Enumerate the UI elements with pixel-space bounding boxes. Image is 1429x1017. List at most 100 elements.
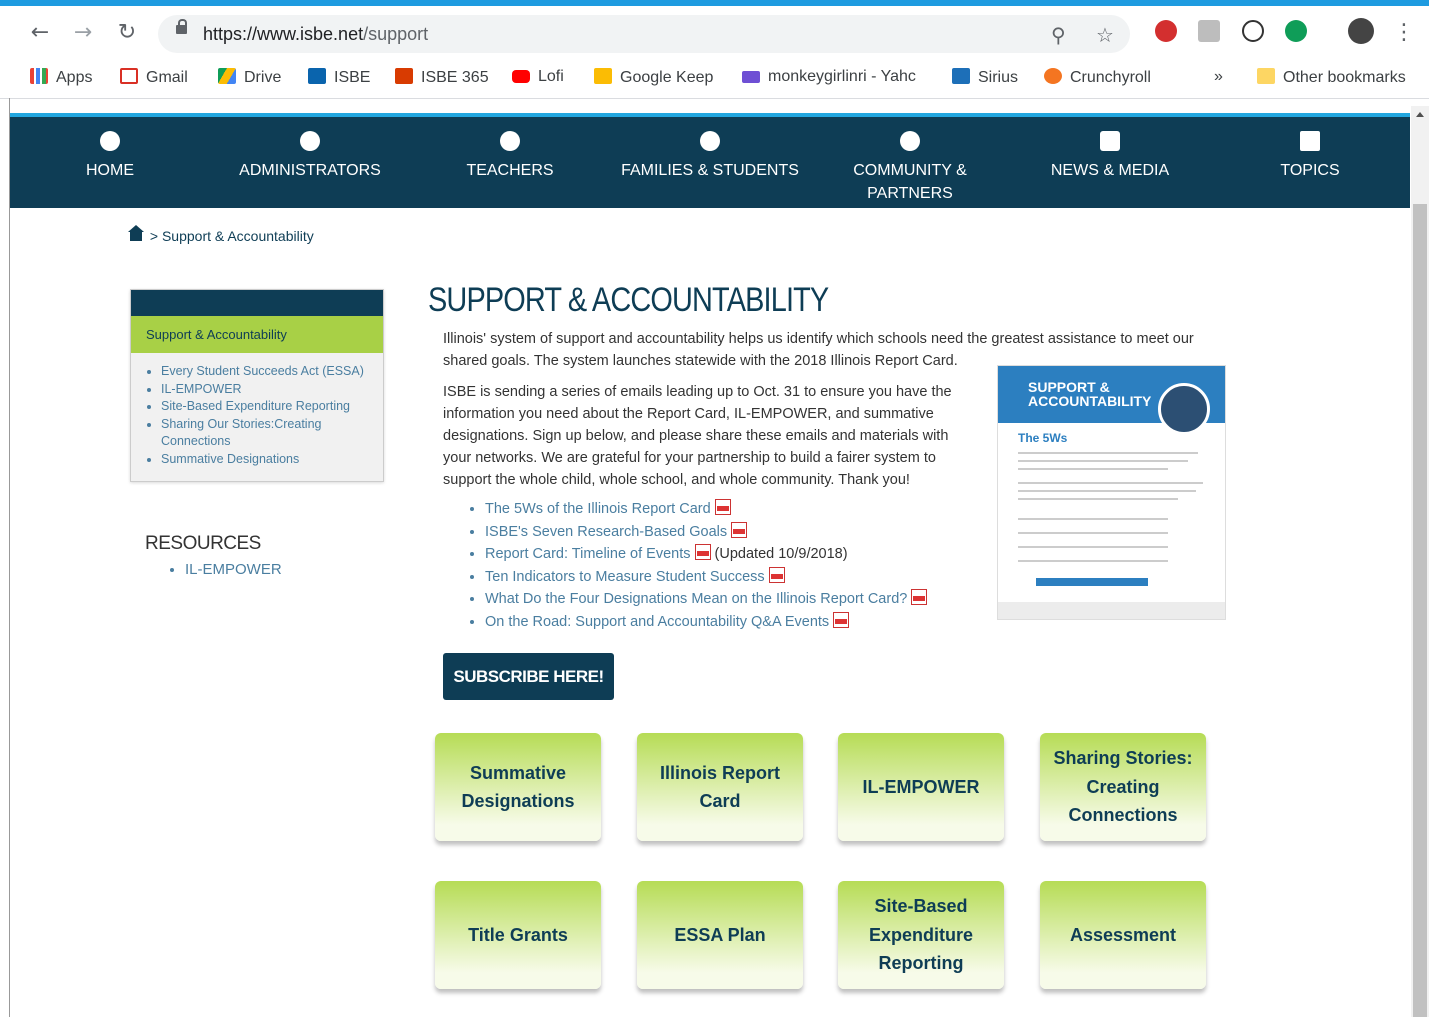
bookmark-yahoo[interactable]: monkeygirlinri - Yahc <box>742 68 927 86</box>
pdf-icon <box>731 521 748 538</box>
resource-il-empower[interactable]: IL-EMPOWER <box>185 561 282 578</box>
forward-icon[interactable]: → <box>70 20 96 46</box>
nav-home[interactable]: HOME <box>10 117 210 182</box>
flyer-text-line <box>1018 532 1168 534</box>
bookmarks-overflow[interactable]: » <box>1214 68 1223 86</box>
resources-list: IL-EMPOWER <box>165 561 282 578</box>
flyer-image[interactable]: SUPPORT & ACCOUNTABILITY The 5Ws <box>997 365 1226 620</box>
report-card-seal-icon <box>1158 383 1210 435</box>
bookmark-isbe[interactable]: ISBE <box>308 68 370 87</box>
bookmark-sirius[interactable]: Sirius <box>952 68 1018 87</box>
menu-icon[interactable]: ⋮ <box>1391 20 1417 46</box>
sidebar-list: Every Student Succeeds Act (ESSA) IL-EMP… <box>131 363 383 468</box>
flyer-text-line <box>1018 490 1196 492</box>
opera-extension-icon[interactable] <box>1155 20 1177 42</box>
resource-links: The 5Ws of the Illinois Report Card ISBE… <box>465 498 928 634</box>
newspaper-icon <box>1100 131 1120 151</box>
link-seven-goals[interactable]: ISBE's Seven Research-Based Goals <box>485 521 927 544</box>
sidebar-item-essa[interactable]: Every Student Succeeds Act (ESSA) <box>161 363 383 381</box>
url-text[interactable]: https://www.isbe.net/support <box>203 24 428 45</box>
g-extension-icon[interactable] <box>1198 20 1220 42</box>
sidebar-item-summative[interactable]: Summative Designations <box>161 451 383 469</box>
flyer-footer <box>998 602 1225 619</box>
page-title: SUPPORT & ACCOUNTABILITY <box>428 281 829 319</box>
tile-site-based-reporting[interactable]: Site-Based Expenditure Reporting <box>838 881 1004 989</box>
other-bookmarks[interactable]: Other bookmarks <box>1257 68 1406 87</box>
crunchyroll-icon <box>1044 68 1062 84</box>
back-icon[interactable]: ← <box>27 20 53 46</box>
address-bar[interactable]: https://www.isbe.net/support ⚲ ☆ <box>158 15 1130 53</box>
nav-topics[interactable]: TOPICS <box>1210 117 1410 182</box>
profile-avatar[interactable] <box>1348 18 1374 44</box>
pdf-icon <box>911 589 928 605</box>
sidebar-menu: Support & Accountability Every Student S… <box>130 289 384 482</box>
tile-il-empower[interactable]: IL-EMPOWER <box>838 733 1004 841</box>
lock-icon <box>176 19 187 34</box>
bookmark-lofi[interactable]: Lofi <box>512 68 564 86</box>
tile-essa-plan[interactable]: ESSA Plan <box>637 881 803 989</box>
sidebar-header <box>131 290 383 316</box>
flyer-text-line <box>1018 468 1168 470</box>
link-on-the-road[interactable]: On the Road: Support and Accountability … <box>485 611 927 634</box>
flyer-text-line <box>1018 452 1198 454</box>
flyer-text-line <box>1018 482 1203 484</box>
sidebar-item-site-based[interactable]: Site-Based Expenditure Reporting <box>161 398 383 416</box>
flyer-subheading: The 5Ws <box>1018 431 1068 445</box>
nav-teachers[interactable]: TEACHERS <box>410 117 610 182</box>
breadcrumb-home-icon[interactable] <box>128 225 144 241</box>
subscribe-button[interactable]: SUBSCRIBE HERE! <box>443 653 614 700</box>
green-extension-icon[interactable] <box>1285 20 1307 42</box>
nav-community-partners[interactable]: COMMUNITY & PARTNERS <box>830 117 990 205</box>
tile-illinois-report-card[interactable]: Illinois Report Card <box>637 733 803 841</box>
link-timeline[interactable]: Report Card: Timeline of Events (Updated… <box>485 543 927 566</box>
keep-icon <box>594 68 612 84</box>
family-icon <box>700 131 720 151</box>
tile-title-grants[interactable]: Title Grants <box>435 881 601 989</box>
nav-families-students[interactable]: FAMILIES & STUDENTS <box>610 117 810 182</box>
drive-icon <box>218 68 236 84</box>
browser-toolbar: ← → ↻ https://www.isbe.net/support ⚲ ☆ ⋮ <box>0 6 1429 58</box>
mail-icon <box>742 71 760 83</box>
flyer-text-line <box>1018 518 1168 520</box>
pdf-icon <box>768 566 785 583</box>
sidebar-active-item[interactable]: Support & Accountability <box>131 316 383 353</box>
amazon-extension-icon[interactable] <box>1242 20 1264 42</box>
bookmark-drive[interactable]: Drive <box>218 68 281 87</box>
scroll-up-icon[interactable] <box>1416 112 1424 117</box>
tile-summative-designations[interactable]: Summative Designations <box>435 733 601 841</box>
office-icon <box>395 68 413 84</box>
link-5ws[interactable]: The 5Ws of the Illinois Report Card <box>485 498 927 521</box>
gmail-icon <box>120 68 138 84</box>
youtube-icon <box>512 70 530 83</box>
group-icon <box>900 131 920 151</box>
breadcrumb: > Support & Accountability <box>128 225 314 244</box>
nav-administrators[interactable]: ADMINISTRATORS <box>210 117 410 182</box>
teacher-icon <box>500 131 520 151</box>
sidebar-item-il-empower[interactable]: IL-EMPOWER <box>161 381 383 399</box>
bookmark-crunchyroll[interactable]: Crunchyroll <box>1044 68 1151 87</box>
flyer-text-line <box>1018 460 1188 462</box>
bookmark-google-keep[interactable]: Google Keep <box>594 68 713 87</box>
link-four-designations[interactable]: What Do the Four Designations Mean on th… <box>485 588 928 611</box>
user-icon <box>300 131 320 151</box>
outlook-icon <box>308 68 326 84</box>
sidebar-item-sharing-stories[interactable]: Sharing Our Stories:Creating Connections <box>161 416 383 451</box>
search-icon[interactable]: ⚲ <box>1051 23 1066 47</box>
breadcrumb-current[interactable]: Support & Accountability <box>162 228 314 244</box>
tile-assessment[interactable]: Assessment <box>1040 881 1206 989</box>
bookmarks-bar: Apps Gmail Drive ISBE ISBE 365 Lofi Goog… <box>0 58 1429 99</box>
signup-paragraph: ISBE is sending a series of emails leadi… <box>443 384 952 488</box>
pdf-icon <box>714 499 731 515</box>
bookmark-gmail[interactable]: Gmail <box>120 68 188 87</box>
vertical-scrollbar[interactable] <box>1411 106 1429 1017</box>
list-icon <box>1300 131 1320 151</box>
bookmark-isbe365[interactable]: ISBE 365 <box>395 68 489 87</box>
scrollbar-thumb[interactable] <box>1413 204 1427 1017</box>
tile-sharing-stories[interactable]: Sharing Stories: Creating Connections <box>1040 733 1206 841</box>
star-icon[interactable]: ☆ <box>1096 23 1114 47</box>
bookmark-apps[interactable]: Apps <box>30 68 92 87</box>
link-ten-indicators[interactable]: Ten Indicators to Measure Student Succes… <box>485 566 927 589</box>
nav-news-media[interactable]: NEWS & MEDIA <box>1010 117 1210 182</box>
reload-icon[interactable]: ↻ <box>114 20 140 46</box>
apps-icon <box>30 68 48 84</box>
